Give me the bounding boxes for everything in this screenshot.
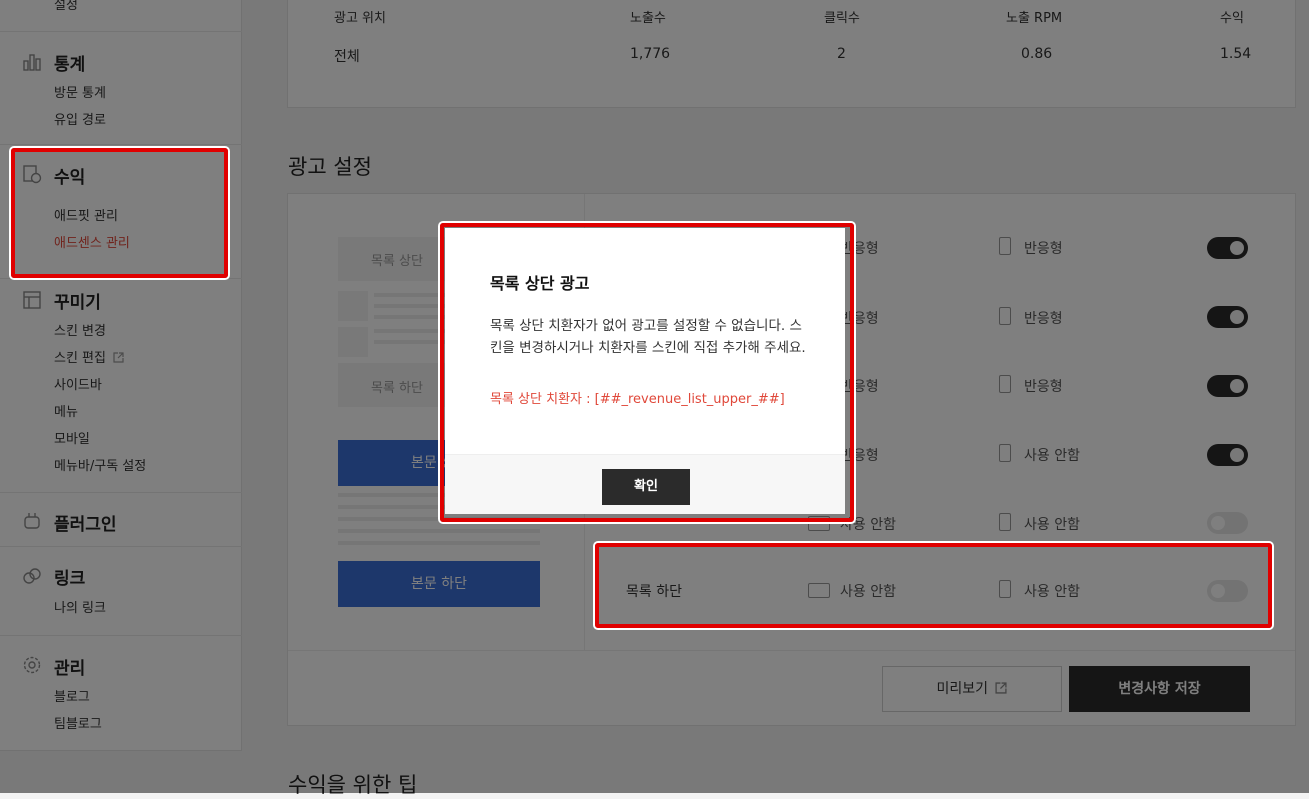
highlight-box	[440, 223, 854, 522]
highlight-box	[595, 543, 1272, 628]
highlight-box	[11, 148, 228, 278]
